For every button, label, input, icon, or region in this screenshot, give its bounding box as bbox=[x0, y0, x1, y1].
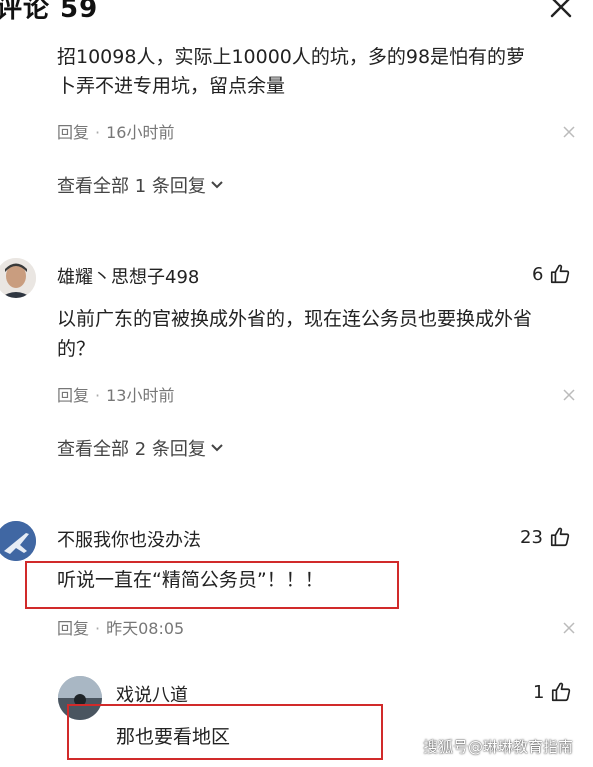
like-button[interactable]: 1 bbox=[533, 681, 572, 703]
close-icon[interactable] bbox=[548, 0, 574, 20]
user-photo-icon bbox=[0, 258, 36, 298]
watermark: 搜狐号@琳琳教育指南 bbox=[423, 738, 574, 756]
avatar[interactable] bbox=[0, 521, 36, 561]
reply-button[interactable]: 回复 bbox=[57, 386, 89, 405]
comment-meta: 回复 · 16小时前 bbox=[57, 123, 175, 142]
like-button[interactable]: 6 bbox=[532, 263, 571, 285]
delete-icon[interactable] bbox=[562, 621, 576, 635]
jet-plane-icon bbox=[0, 521, 36, 561]
comments-title: 评论 59 bbox=[0, 0, 99, 24]
view-all-replies-link[interactable]: 查看全部 2 条回复 bbox=[57, 435, 224, 461]
comment-meta: 回复 · 昨天08:05 bbox=[57, 619, 185, 638]
like-count: 23 bbox=[520, 526, 543, 548]
username[interactable]: 雄耀丶思想子498 bbox=[57, 263, 199, 289]
comment-text-line: 卜弄不进专用坑，留点余量 bbox=[57, 75, 286, 97]
thumbs-up-icon bbox=[552, 682, 571, 702]
comment-text-line: 以前广东的官被换成外省的，现在连公务员也要换成外省 bbox=[57, 308, 533, 330]
like-count: 1 bbox=[533, 681, 545, 703]
comment-meta: 回复 · 13小时前 bbox=[57, 386, 175, 405]
delete-icon[interactable] bbox=[562, 388, 576, 402]
thumbs-up-icon bbox=[550, 527, 570, 547]
thumbs-up-icon bbox=[551, 264, 570, 284]
view-all-replies-label: 查看全部 1 条回复 bbox=[57, 176, 206, 197]
comment-time: 16小时前 bbox=[106, 123, 175, 142]
delete-icon[interactable] bbox=[562, 125, 576, 139]
like-count: 6 bbox=[532, 263, 544, 285]
reply-button[interactable]: 回复 bbox=[57, 619, 89, 638]
username[interactable]: 不服我你也没办法 bbox=[57, 526, 201, 552]
avatar[interactable] bbox=[0, 258, 36, 298]
comment-time: 13小时前 bbox=[106, 386, 175, 405]
chevron-down-icon bbox=[211, 181, 223, 189]
view-all-replies-label: 查看全部 2 条回复 bbox=[57, 439, 206, 460]
highlight-box bbox=[25, 561, 399, 609]
comment-time: 昨天08:05 bbox=[106, 619, 185, 638]
highlight-box bbox=[67, 704, 383, 760]
comment-text-line: 的？ bbox=[57, 338, 96, 360]
chevron-down-icon bbox=[211, 444, 223, 452]
reply-button[interactable]: 回复 bbox=[57, 123, 89, 142]
like-button[interactable]: 23 bbox=[520, 526, 571, 548]
view-all-replies-link[interactable]: 查看全部 1 条回复 bbox=[57, 172, 224, 198]
